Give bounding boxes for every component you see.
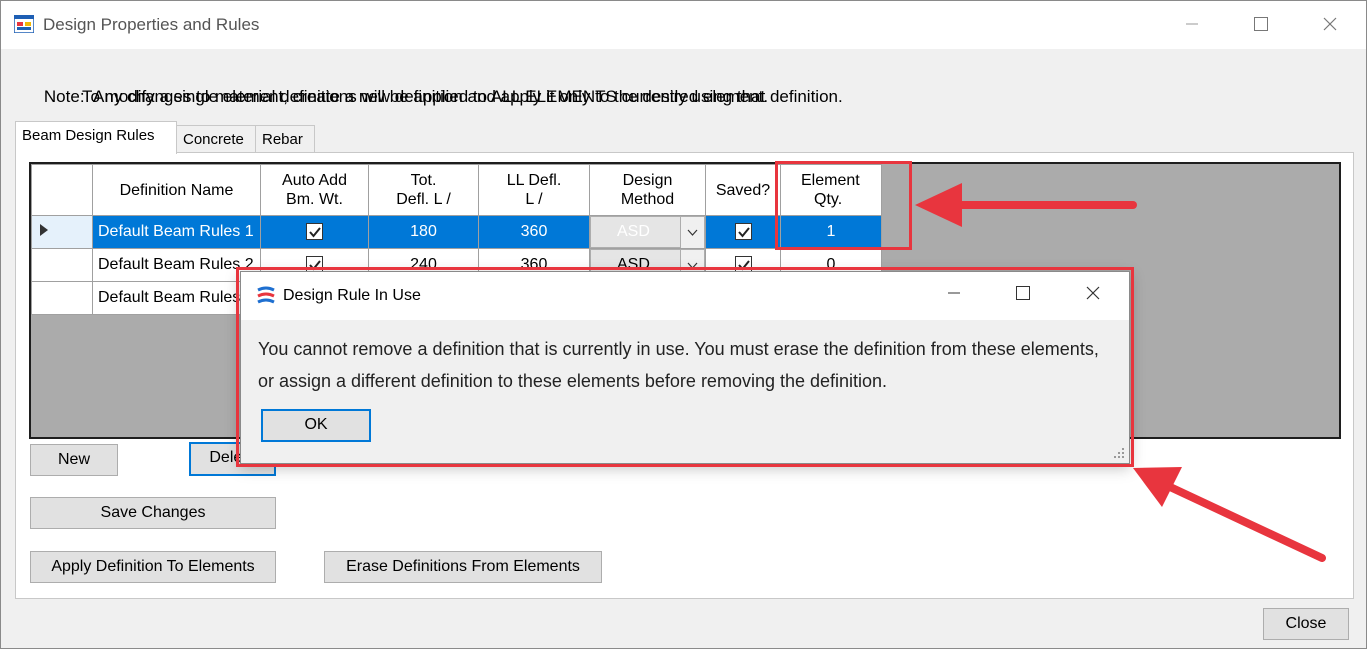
annotation-arrow-icon [915, 183, 1137, 227]
annotation-arrows [915, 183, 1326, 562]
annotation-arrow-icon [1133, 467, 1326, 562]
tab-beam-design-rules[interactable]: Beam Design Rules [15, 121, 177, 154]
